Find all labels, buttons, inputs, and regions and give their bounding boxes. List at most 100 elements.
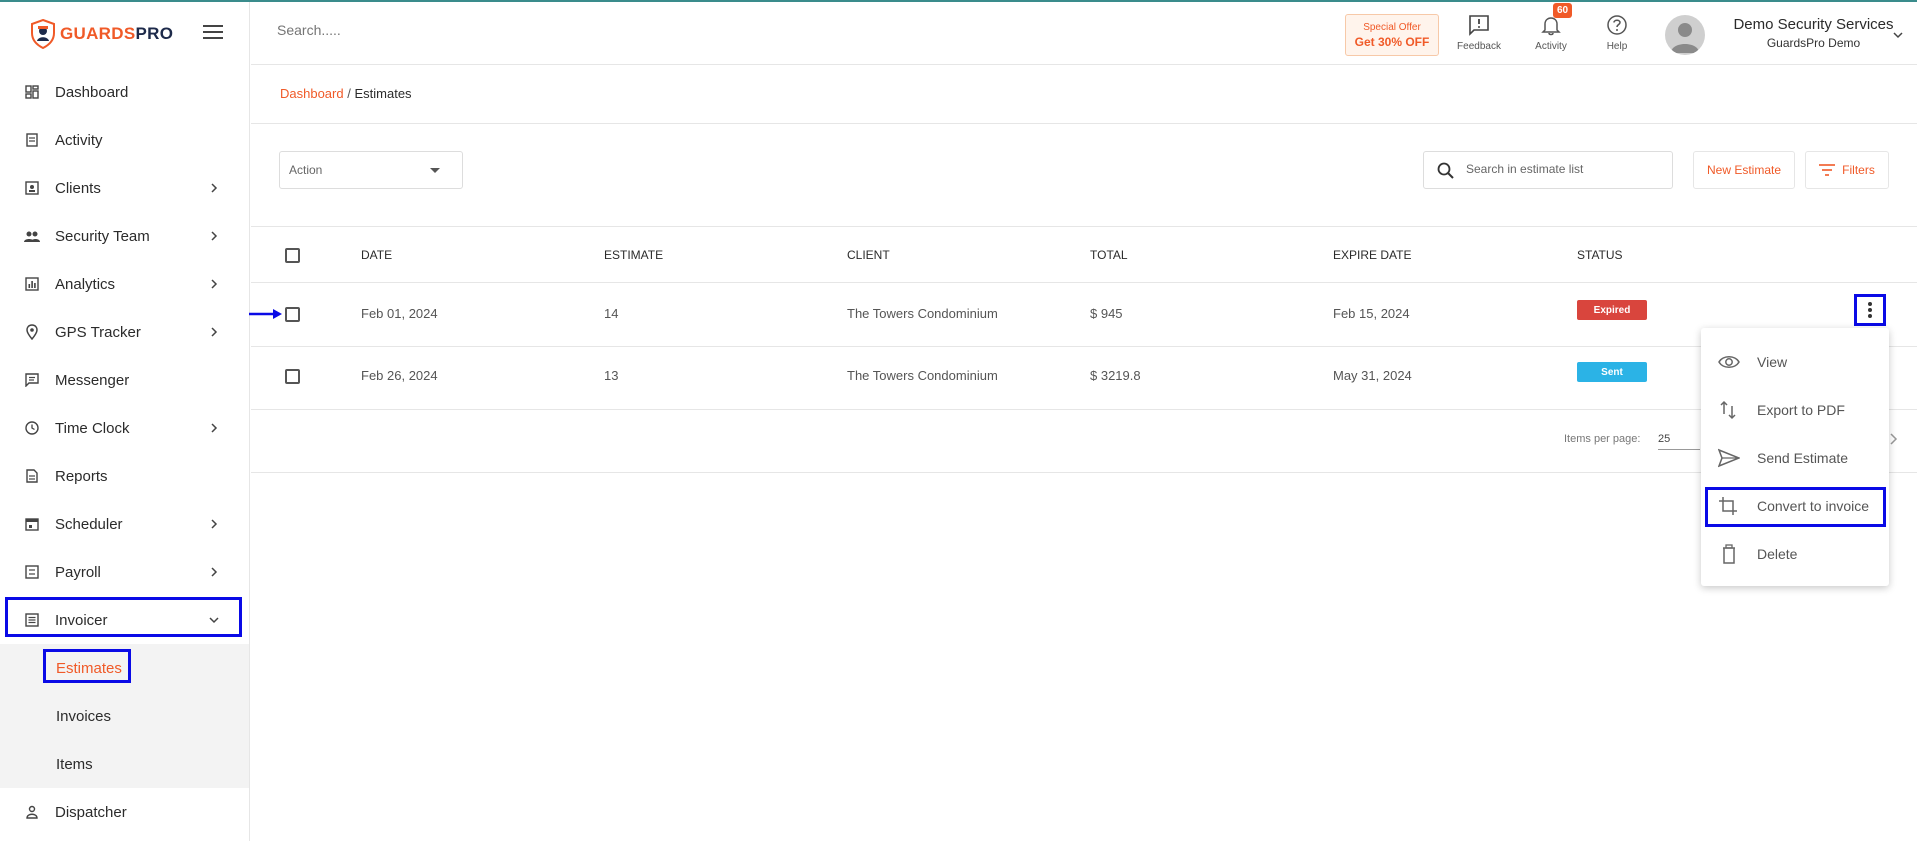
column-header-estimate[interactable]: ESTIMATE: [604, 248, 663, 262]
sidebar-item-label: Dispatcher: [55, 803, 127, 821]
help-button[interactable]: Help: [1587, 14, 1647, 52]
pagination-divider: [251, 472, 1917, 473]
breadcrumb-separator: /: [347, 86, 351, 101]
column-header-expire-date[interactable]: EXPIRE DATE: [1333, 248, 1411, 262]
sidebar-item-gps-tracker[interactable]: GPS Tracker: [0, 308, 249, 356]
menu-item-label: View: [1757, 354, 1788, 370]
row-checkbox[interactable]: [285, 307, 300, 322]
sidebar-item-label: GPS Tracker: [55, 323, 141, 341]
cell-total: $ 945: [1090, 306, 1123, 321]
action-select[interactable]: Action: [279, 151, 463, 189]
sidebar-item-messenger[interactable]: Messenger: [0, 356, 249, 404]
menu-toggle-icon[interactable]: [203, 25, 223, 41]
dispatcher-icon: [24, 804, 40, 820]
column-header-status[interactable]: STATUS: [1577, 248, 1623, 262]
sidebar-item-label: Analytics: [55, 275, 116, 293]
location-pin-icon: [24, 324, 40, 340]
select-all-checkbox[interactable]: [285, 248, 300, 263]
status-badge: Sent: [1577, 362, 1647, 382]
activity-icon: [24, 132, 40, 148]
sidebar-item-clients[interactable]: Clients: [0, 164, 249, 212]
estimate-search-input[interactable]: [1466, 162, 1666, 176]
menu-item-export-pdf[interactable]: Export to PDF: [1701, 386, 1889, 434]
sidebar-item-payroll[interactable]: Payroll: [0, 548, 249, 596]
global-search-input[interactable]: [277, 22, 577, 38]
caret-down-icon: [430, 168, 440, 173]
sidebar-subitem-invoices[interactable]: Invoices: [0, 692, 249, 740]
sidebar-item-scheduler[interactable]: Scheduler: [0, 500, 249, 548]
menu-item-label: Send Estimate: [1757, 450, 1849, 466]
analytics-icon: [24, 276, 40, 292]
sidebar: GUARDS PRO Dashboard Activity Clients Se…: [0, 2, 250, 841]
breadcrumb: Dashboard / Estimates: [280, 86, 412, 101]
column-header-client[interactable]: CLIENT: [847, 248, 890, 262]
row-checkbox[interactable]: [285, 369, 300, 384]
menu-item-label: Export to PDF: [1757, 402, 1845, 418]
filter-icon: [1819, 164, 1836, 176]
chevron-right-icon: [211, 519, 218, 529]
sidebar-item-invoicer[interactable]: Invoicer: [0, 596, 249, 644]
sidebar-item-time-clock[interactable]: Time Clock: [0, 404, 249, 452]
chevron-right-icon: [211, 327, 218, 337]
invoice-icon: [24, 612, 40, 628]
sidebar-item-security-team[interactable]: Security Team: [0, 212, 249, 260]
menu-item-send-estimate[interactable]: Send Estimate: [1701, 434, 1889, 482]
sidebar-nav: Dashboard Activity Clients Security Team…: [0, 68, 249, 836]
help-icon: [1607, 15, 1627, 35]
sidebar-item-label: Invoicer: [55, 611, 108, 629]
chevron-right-icon: [211, 231, 218, 241]
sidebar-item-label: Activity: [55, 131, 103, 149]
chevron-down-icon[interactable]: [1891, 28, 1905, 42]
activity-label: Activity: [1535, 41, 1567, 52]
toolbar-divider: [251, 226, 1917, 227]
activity-button[interactable]: 60 Activity: [1521, 3, 1581, 52]
avatar[interactable]: [1665, 15, 1705, 55]
menu-item-label: Delete: [1757, 546, 1798, 562]
menu-item-delete[interactable]: Delete: [1701, 530, 1889, 578]
sidebar-subitem-estimates[interactable]: Estimates: [0, 644, 249, 692]
special-offer-button[interactable]: Special Offer Get 30% OFF: [1345, 14, 1439, 56]
sidebar-item-label: Reports: [55, 467, 108, 485]
feedback-label: Feedback: [1457, 41, 1501, 52]
sidebar-item-dispatcher[interactable]: Dispatcher: [0, 788, 249, 836]
row-actions-menu: View Export to PDF Send Estimate Convert…: [1701, 328, 1889, 586]
sidebar-item-reports[interactable]: Reports: [0, 452, 249, 500]
guard-shield-logo-icon: [31, 19, 55, 49]
row-actions-kebab-icon[interactable]: [1854, 294, 1886, 326]
sidebar-item-dashboard[interactable]: Dashboard: [0, 68, 249, 116]
chevron-right-icon: [211, 567, 218, 577]
eye-icon: [1718, 356, 1740, 368]
sidebar-subitem-items[interactable]: Items: [0, 740, 249, 788]
table-row-divider: [251, 409, 1917, 410]
invoicer-submenu: Estimates Invoices Items: [0, 644, 249, 788]
column-header-date[interactable]: DATE: [361, 248, 392, 262]
filters-button[interactable]: Filters: [1805, 151, 1889, 189]
table-row-divider: [251, 346, 1917, 347]
user-name[interactable]: Demo Security Services: [1721, 16, 1906, 33]
logo[interactable]: GUARDS PRO: [30, 18, 173, 50]
help-label: Help: [1606, 41, 1628, 52]
export-arrows-icon: [1720, 400, 1736, 420]
menu-item-view[interactable]: View: [1701, 338, 1889, 386]
sidebar-item-analytics[interactable]: Analytics: [0, 260, 249, 308]
column-header-total[interactable]: TOTAL: [1090, 248, 1128, 262]
feedback-button[interactable]: Feedback: [1449, 14, 1509, 52]
table-header-divider: [251, 282, 1917, 283]
clients-icon: [24, 180, 40, 196]
offer-line1: Special Offer: [1363, 22, 1421, 33]
chevron-right-icon[interactable]: [1888, 432, 1900, 446]
calendar-icon: [24, 516, 40, 532]
sidebar-item-activity[interactable]: Activity: [0, 116, 249, 164]
chevron-right-icon: [211, 183, 218, 193]
cell-date: Feb 01, 2024: [361, 306, 438, 321]
payroll-icon: [24, 564, 40, 580]
trash-icon: [1723, 544, 1735, 564]
new-estimate-button[interactable]: New Estimate: [1693, 151, 1795, 189]
send-icon: [1718, 448, 1740, 468]
items-per-page-label: Items per page:: [1564, 433, 1641, 445]
breadcrumb-dashboard-link[interactable]: Dashboard: [280, 86, 344, 101]
items-per-page-select[interactable]: 25: [1658, 433, 1700, 450]
menu-item-convert-to-invoice[interactable]: Convert to invoice: [1701, 482, 1889, 530]
cell-client: The Towers Condominium: [847, 306, 998, 321]
clock-icon: [24, 420, 40, 436]
